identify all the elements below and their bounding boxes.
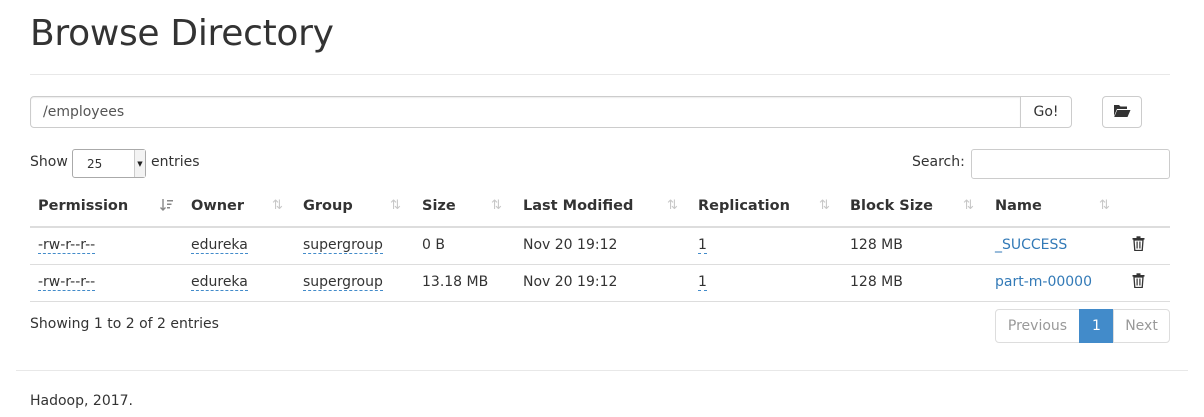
column-header-name[interactable]: Name: [995, 198, 1042, 214]
sort-arrows-icon[interactable]: ⇅: [819, 198, 830, 213]
show-label: Show: [30, 154, 68, 170]
trash-icon[interactable]: [1132, 236, 1145, 255]
sort-arrows-icon[interactable]: ⇅: [272, 198, 283, 213]
block-size-cell: 128 MB: [850, 237, 903, 253]
sort-arrows-icon[interactable]: ⇅: [1099, 198, 1110, 213]
owner-cell[interactable]: edureka: [191, 274, 248, 291]
page-1-button[interactable]: 1: [1079, 309, 1114, 343]
previous-page-button[interactable]: Previous: [995, 309, 1080, 343]
chevron-down-icon: ▼: [134, 150, 145, 177]
replication-cell[interactable]: 1: [698, 237, 707, 254]
column-header-group[interactable]: Group: [303, 198, 353, 214]
search-label: Search:: [912, 154, 965, 170]
page-title: Browse Directory: [30, 13, 334, 54]
group-cell[interactable]: supergroup: [303, 237, 383, 254]
permission-cell[interactable]: -rw-r--r--: [38, 237, 96, 254]
modified-cell: Nov 20 19:12: [523, 274, 618, 290]
sort-arrows-icon[interactable]: ⇅: [390, 198, 401, 213]
title-divider: [30, 74, 1170, 75]
column-header-block-size[interactable]: Block Size: [850, 198, 933, 214]
file-name-link[interactable]: _SUCCESS: [995, 237, 1067, 253]
owner-cell[interactable]: edureka: [191, 237, 248, 254]
directory-path-input[interactable]: [30, 96, 1021, 128]
entries-selected-value: 25: [87, 156, 103, 171]
next-page-button[interactable]: Next: [1113, 309, 1170, 343]
column-header-size[interactable]: Size: [422, 198, 456, 214]
search-input[interactable]: [971, 149, 1170, 179]
modified-cell: Nov 20 19:12: [523, 237, 618, 253]
sort-asc-icon[interactable]: [160, 198, 174, 216]
replication-cell[interactable]: 1: [698, 274, 707, 291]
create-directory-button[interactable]: [1102, 96, 1142, 128]
size-cell: 0 B: [422, 237, 445, 253]
row-divider: [30, 264, 1170, 265]
row-divider: [30, 301, 1170, 302]
permission-cell[interactable]: -rw-r--r--: [38, 274, 96, 291]
table-header-divider: [30, 226, 1170, 228]
table-info: Showing 1 to 2 of 2 entries: [30, 316, 219, 332]
trash-icon[interactable]: [1132, 273, 1145, 292]
column-header-last-modified[interactable]: Last Modified: [523, 198, 633, 214]
folder-open-icon: [1113, 103, 1131, 122]
column-header-permission[interactable]: Permission: [38, 198, 128, 214]
group-cell[interactable]: supergroup: [303, 274, 383, 291]
block-size-cell: 128 MB: [850, 274, 903, 290]
entries-label: entries: [151, 154, 200, 170]
size-cell: 13.18 MB: [422, 274, 489, 290]
column-header-owner[interactable]: Owner: [191, 198, 244, 214]
footer-text: Hadoop, 2017.: [30, 393, 133, 409]
entries-per-page-select[interactable]: 25 ▼: [72, 149, 146, 178]
footer-divider: [16, 370, 1188, 371]
sort-arrows-icon[interactable]: ⇅: [963, 198, 974, 213]
file-name-link[interactable]: part-m-00000: [995, 274, 1092, 290]
column-header-replication[interactable]: Replication: [698, 198, 790, 214]
go-button[interactable]: Go!: [1020, 96, 1072, 128]
sort-arrows-icon[interactable]: ⇅: [491, 198, 502, 213]
sort-arrows-icon[interactable]: ⇅: [667, 198, 678, 213]
